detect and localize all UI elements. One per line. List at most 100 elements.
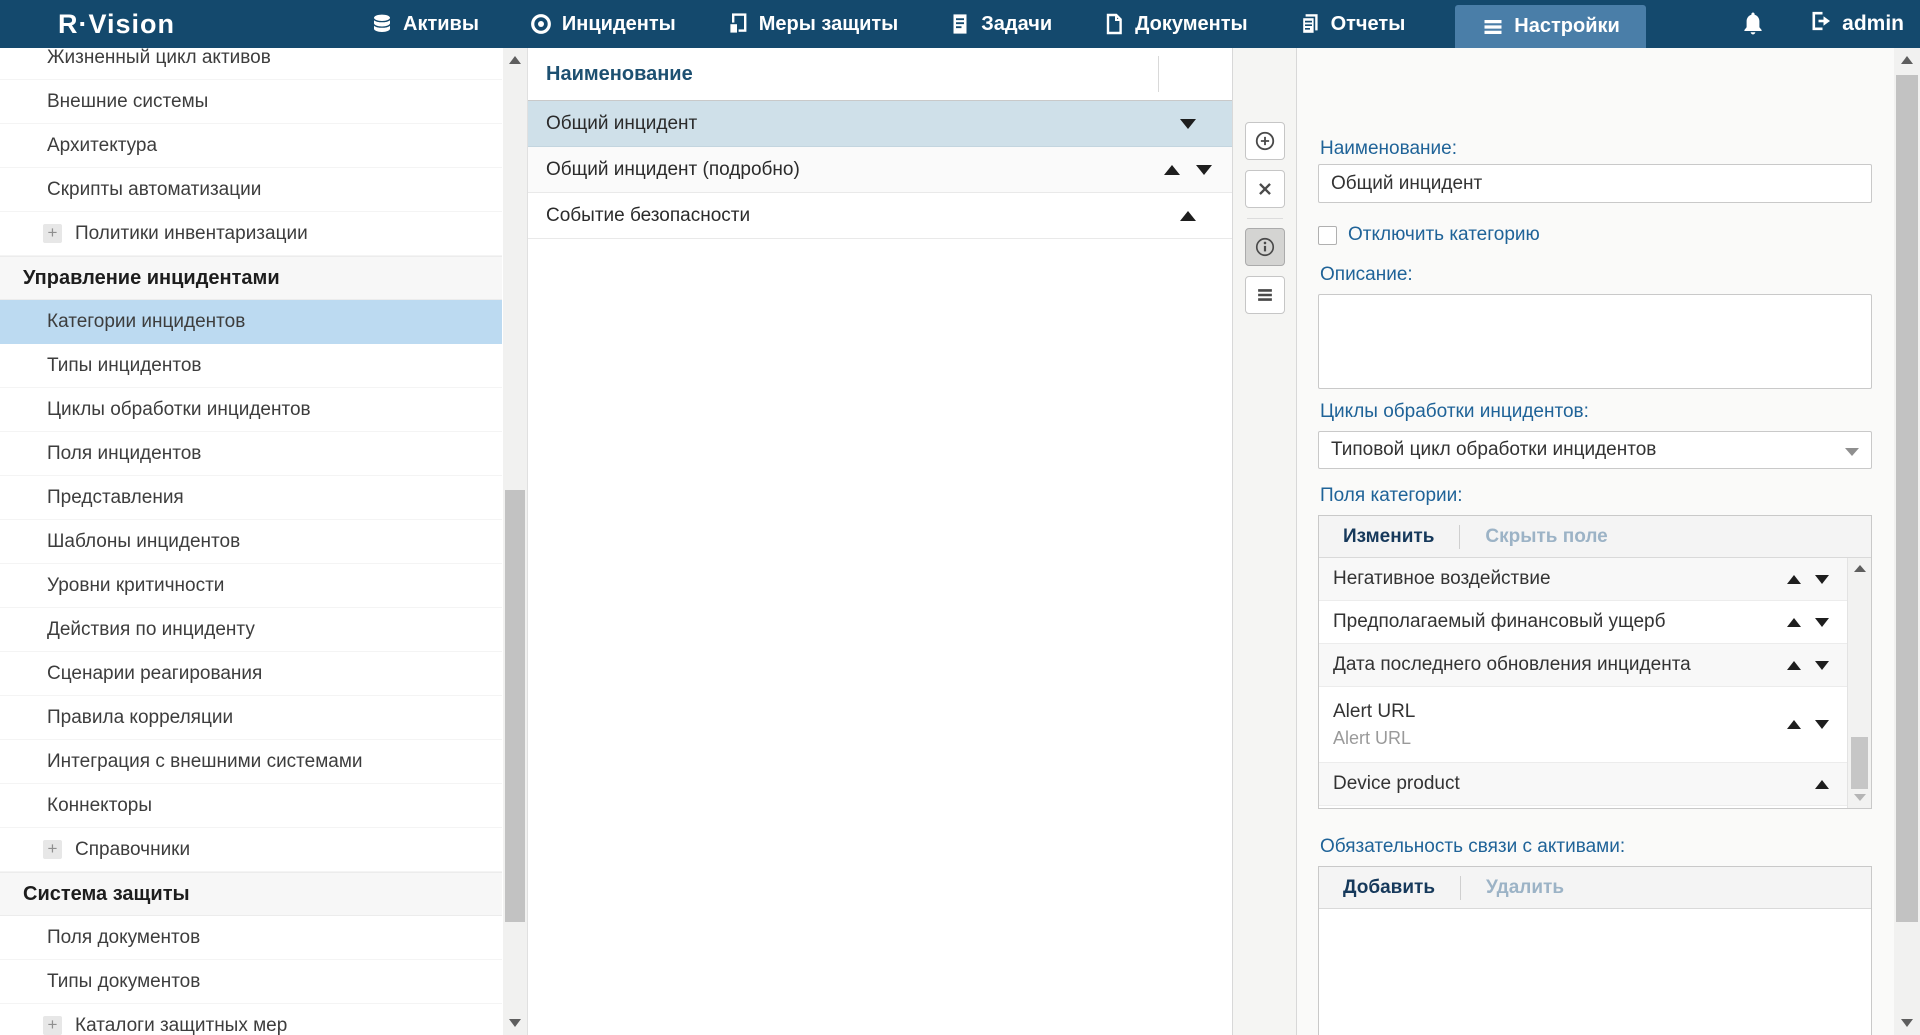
- remove-relation-button[interactable]: Удалить: [1486, 877, 1564, 899]
- notifications-bell-icon[interactable]: [1741, 11, 1765, 37]
- user-menu[interactable]: admin: [1809, 9, 1904, 39]
- sidebar-item[interactable]: +Политики инвентаризации: [0, 212, 502, 256]
- field-row[interactable]: Device product: [1319, 763, 1847, 806]
- add-button[interactable]: [1245, 122, 1285, 160]
- move-up-icon[interactable]: [1787, 575, 1801, 584]
- move-down-icon[interactable]: [1815, 720, 1829, 729]
- hide-field-button[interactable]: Скрыть поле: [1485, 526, 1607, 548]
- incidents-target-icon: [529, 12, 553, 36]
- nav-item-reports[interactable]: Отчеты: [1298, 0, 1406, 48]
- sidebar-item[interactable]: Коннекторы: [0, 784, 502, 828]
- sidebar-item[interactable]: Интеграция с внешними системами: [0, 740, 502, 784]
- field-row[interactable]: Alert URLAlert URL: [1319, 687, 1847, 763]
- sidebar-item[interactable]: Внешние системы: [0, 80, 502, 124]
- move-up-icon[interactable]: [1787, 661, 1801, 670]
- nav-item-label: Активы: [403, 13, 479, 36]
- expand-plus-icon[interactable]: +: [43, 1016, 62, 1035]
- info-button[interactable]: [1245, 228, 1285, 266]
- sidebar-item[interactable]: Скрипты автоматизации: [0, 168, 502, 212]
- category-fields-label: Поля категории:: [1320, 485, 1463, 507]
- sidebar-item[interactable]: +Справочники: [0, 828, 502, 872]
- sidebar-item-label: Жизненный цикл активов: [47, 48, 271, 69]
- nav-item-label: Инциденты: [562, 13, 676, 36]
- add-relation-button[interactable]: Добавить: [1343, 877, 1435, 899]
- sidebar-item[interactable]: Действия по инциденту: [0, 608, 502, 652]
- name-input[interactable]: [1318, 164, 1872, 203]
- nav-item-label: Документы: [1135, 13, 1247, 36]
- scrollbar-thumb[interactable]: [1896, 75, 1918, 922]
- expand-plus-icon[interactable]: +: [43, 840, 62, 859]
- nav-item-settings[interactable]: Настройки: [1455, 5, 1646, 48]
- move-up-icon[interactable]: [1815, 780, 1829, 789]
- delete-button[interactable]: [1245, 170, 1285, 208]
- scroll-down-icon[interactable]: [509, 1019, 521, 1027]
- nav-item-documents[interactable]: Документы: [1102, 0, 1247, 48]
- sidebar-item-label: Шаблоны инцидентов: [47, 531, 240, 553]
- scroll-up-icon[interactable]: [1901, 56, 1913, 64]
- nav-item-assets[interactable]: Активы: [370, 0, 479, 48]
- fields-scrollbar[interactable]: [1847, 558, 1871, 808]
- disable-category-checkbox[interactable]: [1318, 226, 1337, 245]
- move-down-icon[interactable]: [1815, 575, 1829, 584]
- cycles-select[interactable]: Типовой цикл обработки инцидентов: [1318, 431, 1872, 469]
- disable-category-option[interactable]: Отключить категорию: [1318, 224, 1540, 246]
- sort-arrows: [1787, 720, 1829, 729]
- sidebar-item[interactable]: +Каталоги защитных мер: [0, 1004, 502, 1035]
- assets-relation-empty-list[interactable]: [1319, 909, 1871, 1035]
- app-logo[interactable]: R·Vision: [58, 0, 175, 48]
- field-row[interactable]: Дата последнего обновления инцидента: [1319, 644, 1847, 687]
- column-header-row[interactable]: Наименование: [528, 48, 1232, 101]
- scrollbar-thumb[interactable]: [1851, 737, 1868, 789]
- edit-field-button[interactable]: Изменить: [1343, 526, 1434, 548]
- sidebar-item[interactable]: Уровни критичности: [0, 564, 502, 608]
- sidebar-item[interactable]: Шаблоны инцидентов: [0, 520, 502, 564]
- move-up-icon[interactable]: [1164, 165, 1180, 175]
- sidebar-item[interactable]: Типы инцидентов: [0, 344, 502, 388]
- sidebar-item[interactable]: Циклы обработки инцидентов: [0, 388, 502, 432]
- scroll-up-icon[interactable]: [509, 56, 521, 64]
- field-label: Alert URL: [1333, 699, 1787, 725]
- sidebar-item-label: Категории инцидентов: [47, 311, 245, 333]
- rvision-settings-page: R·Vision Активы Инциденты Меры защиты Задач…: [0, 0, 1920, 1035]
- move-up-icon[interactable]: [1787, 618, 1801, 627]
- expand-plus-icon[interactable]: +: [43, 224, 62, 243]
- sidebar-item[interactable]: Сценарии реагирования: [0, 652, 502, 696]
- sidebar-item[interactable]: Поля инцидентов: [0, 432, 502, 476]
- list-button[interactable]: [1245, 276, 1285, 314]
- sidebar-item[interactable]: Правила корреляции: [0, 696, 502, 740]
- sidebar-scrollbar[interactable]: [503, 48, 527, 1035]
- sidebar-item[interactable]: Представления: [0, 476, 502, 520]
- documents-file-icon: [1102, 12, 1126, 36]
- scroll-down-icon[interactable]: [1901, 1019, 1913, 1027]
- column-header-name[interactable]: Наименование: [546, 63, 693, 86]
- field-row[interactable]: Предполагаемый финансовый ущерб: [1319, 601, 1847, 644]
- nav-item-measures[interactable]: Меры защиты: [726, 0, 898, 48]
- sidebar-item[interactable]: Жизненный цикл активов: [0, 48, 502, 80]
- scrollbar-thumb[interactable]: [505, 490, 525, 922]
- sidebar-item-label: Скрипты автоматизации: [47, 179, 261, 201]
- category-row[interactable]: Общий инцидент: [528, 101, 1232, 147]
- sort-arrows: [1787, 661, 1829, 670]
- sidebar-item[interactable]: Категории инцидентов: [0, 300, 502, 344]
- nav-item-incidents[interactable]: Инциденты: [529, 0, 676, 48]
- move-up-icon[interactable]: [1787, 720, 1801, 729]
- close-icon: [1254, 178, 1276, 200]
- sidebar-item[interactable]: Архитектура: [0, 124, 502, 168]
- description-textarea[interactable]: [1318, 294, 1872, 389]
- scroll-down-icon[interactable]: [1854, 794, 1866, 801]
- page-scrollbar[interactable]: [1894, 48, 1920, 1035]
- category-row[interactable]: Событие безопасности: [528, 193, 1232, 239]
- move-down-icon[interactable]: [1180, 119, 1196, 129]
- scroll-up-icon[interactable]: [1854, 565, 1866, 572]
- sidebar-item[interactable]: Типы документов: [0, 960, 502, 1004]
- category-row[interactable]: Общий инцидент (подробно): [528, 147, 1232, 193]
- field-name: Предполагаемый финансовый ущерб: [1333, 609, 1787, 635]
- nav-item-tasks[interactable]: Задачи: [948, 0, 1052, 48]
- move-down-icon[interactable]: [1815, 618, 1829, 627]
- sidebar-item-label: Представления: [47, 487, 184, 509]
- field-row[interactable]: Негативное воздействие: [1319, 558, 1847, 601]
- move-up-icon[interactable]: [1180, 211, 1196, 221]
- move-down-icon[interactable]: [1815, 661, 1829, 670]
- move-down-icon[interactable]: [1196, 165, 1212, 175]
- sidebar-item[interactable]: Поля документов: [0, 916, 502, 960]
